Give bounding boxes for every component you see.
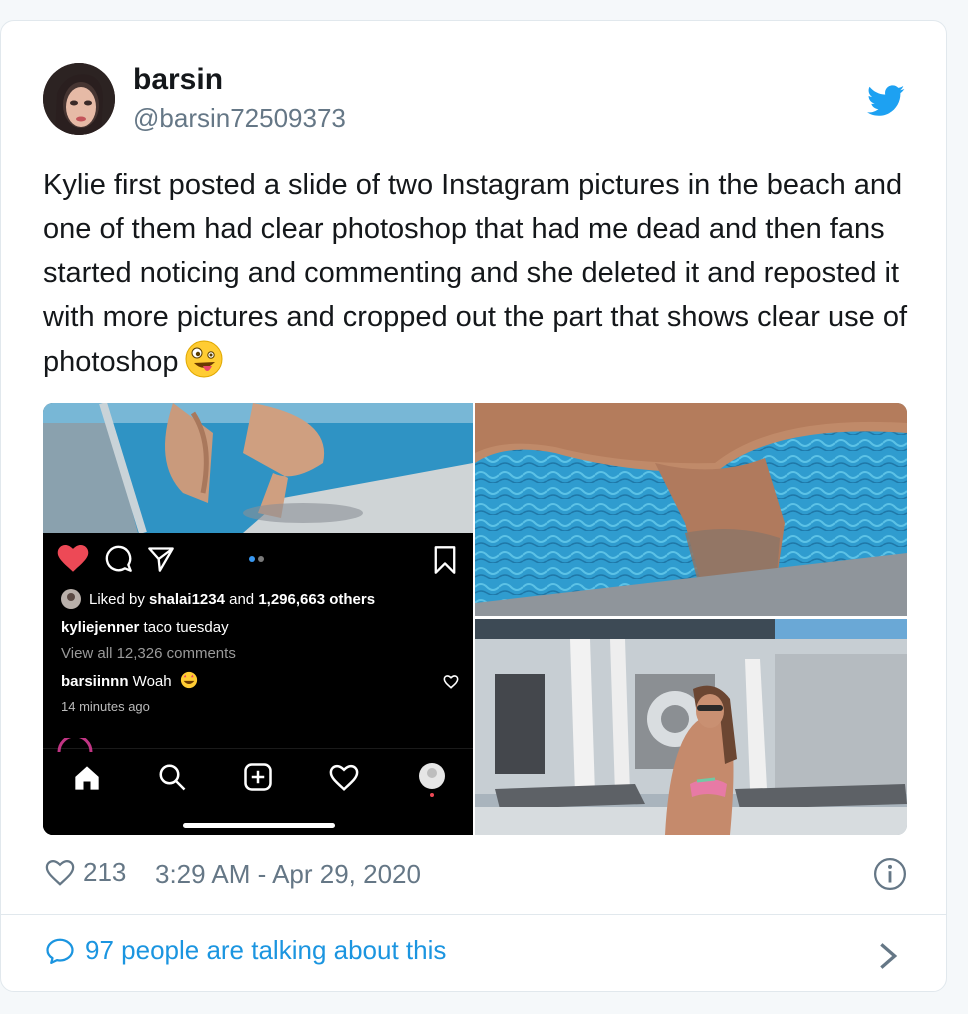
ig-bookmark-icon[interactable] <box>433 545 457 575</box>
media-poolside-photo[interactable] <box>475 619 907 835</box>
comment-user[interactable]: barsiinnn <box>61 673 129 690</box>
liked-by-others[interactable]: 1,296,663 others <box>258 591 375 608</box>
ig-heart-icon[interactable] <box>57 545 89 573</box>
twitter-bird-icon[interactable] <box>867 85 905 117</box>
story-ring-fragment <box>57 738 93 752</box>
tweet-text: Kylie first posted a slide of two Instag… <box>43 163 913 384</box>
liked-by-mid: and <box>224 591 259 608</box>
liked-by-prefix: Liked by <box>89 591 150 608</box>
view-comments-link[interactable]: View all 12,326 comments <box>61 645 236 662</box>
tweet-card[interactable]: barsin @barsin72509373 Kylie first poste… <box>0 20 947 992</box>
instagram-bottom-nav <box>43 748 473 835</box>
chevron-right-icon[interactable] <box>877 941 899 971</box>
media-instagram-screenshot[interactable]: Liked by shalai1234 and 1,296,663 others… <box>43 403 473 835</box>
caption-text: taco tuesday <box>139 619 229 636</box>
liked-by-line: Liked by shalai1234 and 1,296,663 others <box>89 591 375 608</box>
liked-by-user[interactable]: shalai1234 <box>149 591 225 608</box>
info-icon[interactable] <box>873 857 907 891</box>
conversation-link[interactable]: 97 people are talking about this <box>45 935 446 966</box>
ig-search-icon[interactable] <box>157 762 187 792</box>
caption-user[interactable]: kyliejenner <box>61 619 139 636</box>
instagram-post-ui: Liked by shalai1234 and 1,296,663 others… <box>43 533 473 835</box>
like-action[interactable]: 213 <box>45 857 126 888</box>
star-struck-emoji <box>180 671 197 689</box>
tweet-media-grid[interactable]: Liked by shalai1234 and 1,296,663 others… <box>43 403 907 835</box>
conversation-text[interactable]: 97 people are talking about this <box>85 935 446 966</box>
like-count: 213 <box>83 857 127 887</box>
home-indicator <box>183 823 335 828</box>
ig-profile-icon[interactable] <box>417 762 447 798</box>
comment-like-icon[interactable] <box>443 675 459 689</box>
tweet-timestamp[interactable]: 3:29 AM - Apr 29, 2020 <box>155 859 421 890</box>
caption-line: kyliejenner taco tuesday <box>61 619 229 636</box>
ig-share-icon[interactable] <box>147 545 175 573</box>
ig-activity-icon[interactable] <box>329 764 359 792</box>
tweet-body: Kylie first posted a slide of two Instag… <box>43 169 908 378</box>
comment-text: Woah <box>128 673 172 690</box>
time-ago: 14 minutes ago <box>61 699 150 714</box>
pool-photo <box>43 403 473 533</box>
author-handle[interactable]: @barsin72509373 <box>133 103 346 134</box>
author-avatar[interactable] <box>43 63 115 135</box>
media-closeup-photo[interactable] <box>475 403 907 616</box>
like-heart-icon[interactable] <box>45 859 75 887</box>
ig-home-icon[interactable] <box>73 764 101 792</box>
poolside-photo <box>475 619 907 835</box>
carousel-dots <box>249 556 264 562</box>
ig-add-icon[interactable] <box>243 762 273 792</box>
zany-face-emoji <box>185 340 223 378</box>
liker-avatar <box>61 589 81 609</box>
closeup-pool-photo <box>475 403 907 616</box>
ig-comment-icon[interactable] <box>105 545 133 573</box>
reply-bubble-icon <box>46 938 74 964</box>
footer-divider <box>1 914 947 915</box>
avatar-image <box>43 63 115 135</box>
author-name[interactable]: barsin <box>133 63 223 97</box>
comment-line: barsiinnn Woah <box>61 671 198 690</box>
